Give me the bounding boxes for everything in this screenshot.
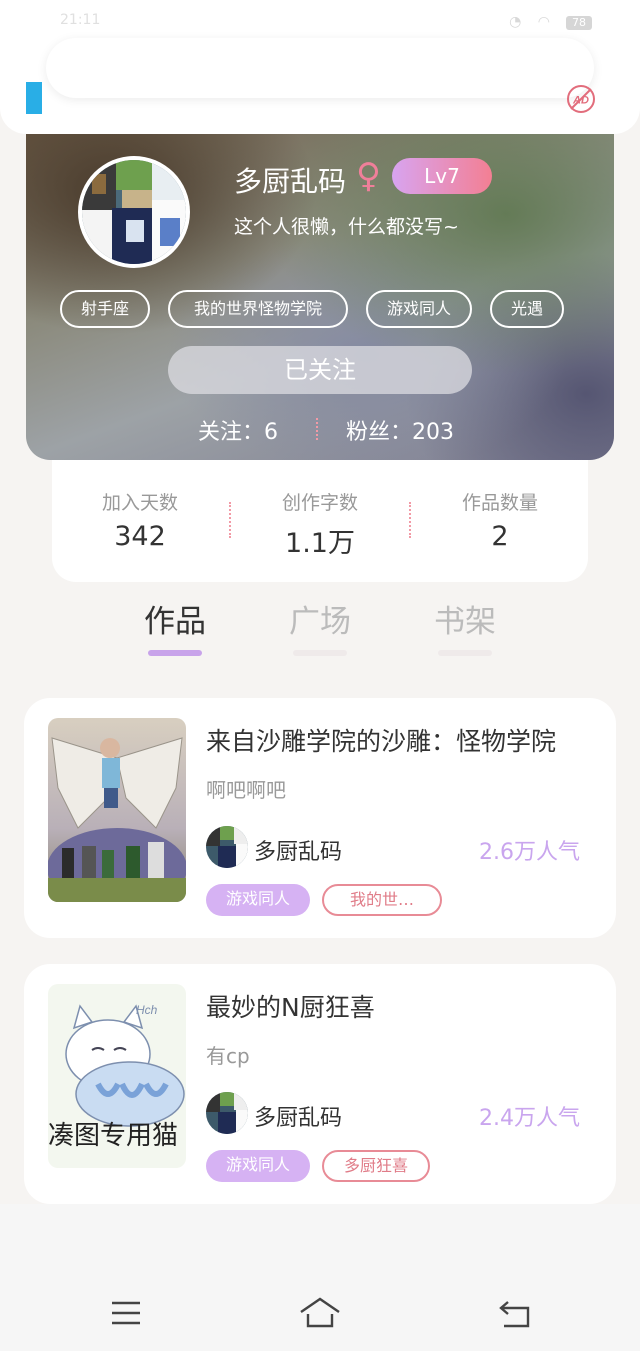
stat-value: 2 [491,521,509,552]
tab-label: 书架 [434,604,496,640]
popularity-count: 2.4万人气 [479,1106,580,1131]
work-title[interactable]: 最妙的N厨狂喜 [206,988,375,1024]
tab-label: 广场 [289,604,351,640]
avatar-image [82,160,186,264]
work-cover-image [48,718,186,902]
work-title[interactable]: 来自沙雕学院的沙雕：怪物学院 [206,722,556,758]
follow-stats: 关注：6 粉丝：203 [26,414,614,446]
stat-label: 作品数量 [461,492,538,514]
author-avatar [206,826,248,868]
tab-indicator [148,650,202,656]
cover-caption: 凑图专用猫 [48,1121,178,1151]
popularity-count: 2.6万人气 [479,840,580,865]
divider [316,418,318,440]
divider [229,502,231,538]
female-icon: ♀ [356,156,381,196]
stats-card: 加入天数 342 创作字数 1.1万 作品数量 2 [52,460,588,582]
stat-value: 342 [114,521,166,552]
work-description: 啊吧啊吧 [206,778,286,802]
profile-tag[interactable]: 射手座 [60,290,150,328]
cover-signature: Hch [136,1003,158,1017]
stat-value: 1.1万 [285,528,355,559]
divider [409,502,411,538]
profile-tag[interactable]: 游戏同人 [366,290,472,328]
profile-tag[interactable]: 光遇 [490,290,564,328]
work-tag[interactable]: 游戏同人 [206,884,310,916]
profile-tag[interactable]: 我的世界怪物学院 [168,290,348,328]
work-tag[interactable]: 游戏同人 [206,1150,310,1182]
stat-label: 加入天数 [101,492,178,514]
work-cover-image: Hch 凑图专用猫 [48,984,186,1168]
no-ad-icon[interactable]: AD [566,84,596,114]
work-card[interactable]: 来自沙雕学院的沙雕：怪物学院 啊吧啊吧 多厨乱码 2.6万人气 游戏同人 我的世… [24,698,616,938]
home-icon[interactable] [298,1294,342,1334]
stat-label: 创作字数 [281,492,358,514]
profile-header-card: 多厨乱码 ♀ Lv7 这个人很懒，什么都没写~ 射手座 我的世界怪物学院 游戏同… [26,134,614,460]
tab-works[interactable]: 作品 [125,596,225,656]
stat-join-days: 加入天数 342 [60,488,220,552]
tab-label: 作品 [144,604,206,640]
search-input[interactable] [46,38,594,98]
stat-word-count: 创作字数 1.1万 [240,488,400,560]
level-badge: Lv7 [392,158,492,194]
following-count[interactable]: 关注：6 [198,414,278,446]
nickname: 多厨乱码 [234,165,347,198]
work-tag[interactable]: 我的世… [322,884,442,916]
author-name: 多厨乱码 [254,1106,343,1131]
blue-marker [26,82,42,114]
avatar[interactable] [78,156,190,268]
work-tag[interactable]: 多厨狂喜 [322,1150,430,1182]
content-tabs: 作品 广场 书架 [0,596,640,660]
battery-icon: 78 [566,16,592,30]
follow-button[interactable]: 已关注 [168,346,472,394]
tab-indicator [293,650,347,656]
author-name: 多厨乱码 [254,840,343,865]
menu-icon[interactable] [106,1294,146,1334]
profile-tags: 射手座 我的世界怪物学院 游戏同人 光遇 [60,290,600,330]
tab-square[interactable]: 广场 [270,596,370,656]
signal-wifi-icon: ◔ ◠ [509,14,556,30]
status-bar: 21:11 ◔ ◠ 78 [0,0,640,40]
back-icon[interactable] [496,1294,536,1334]
bio-text: 这个人很懒，什么都没写~ [234,216,459,238]
tab-bookshelf[interactable]: 书架 [415,596,515,656]
author-avatar [206,1092,248,1134]
work-description: 有cp [206,1044,250,1068]
tab-indicator [438,650,492,656]
fans-count[interactable]: 粉丝：203 [346,414,454,446]
stat-works-count: 作品数量 2 [420,488,580,552]
status-time: 21:11 [60,12,101,28]
work-card[interactable]: Hch 凑图专用猫 最妙的N厨狂喜 有cp 多厨乱码 2.4万人气 游戏同人 多… [24,964,616,1204]
